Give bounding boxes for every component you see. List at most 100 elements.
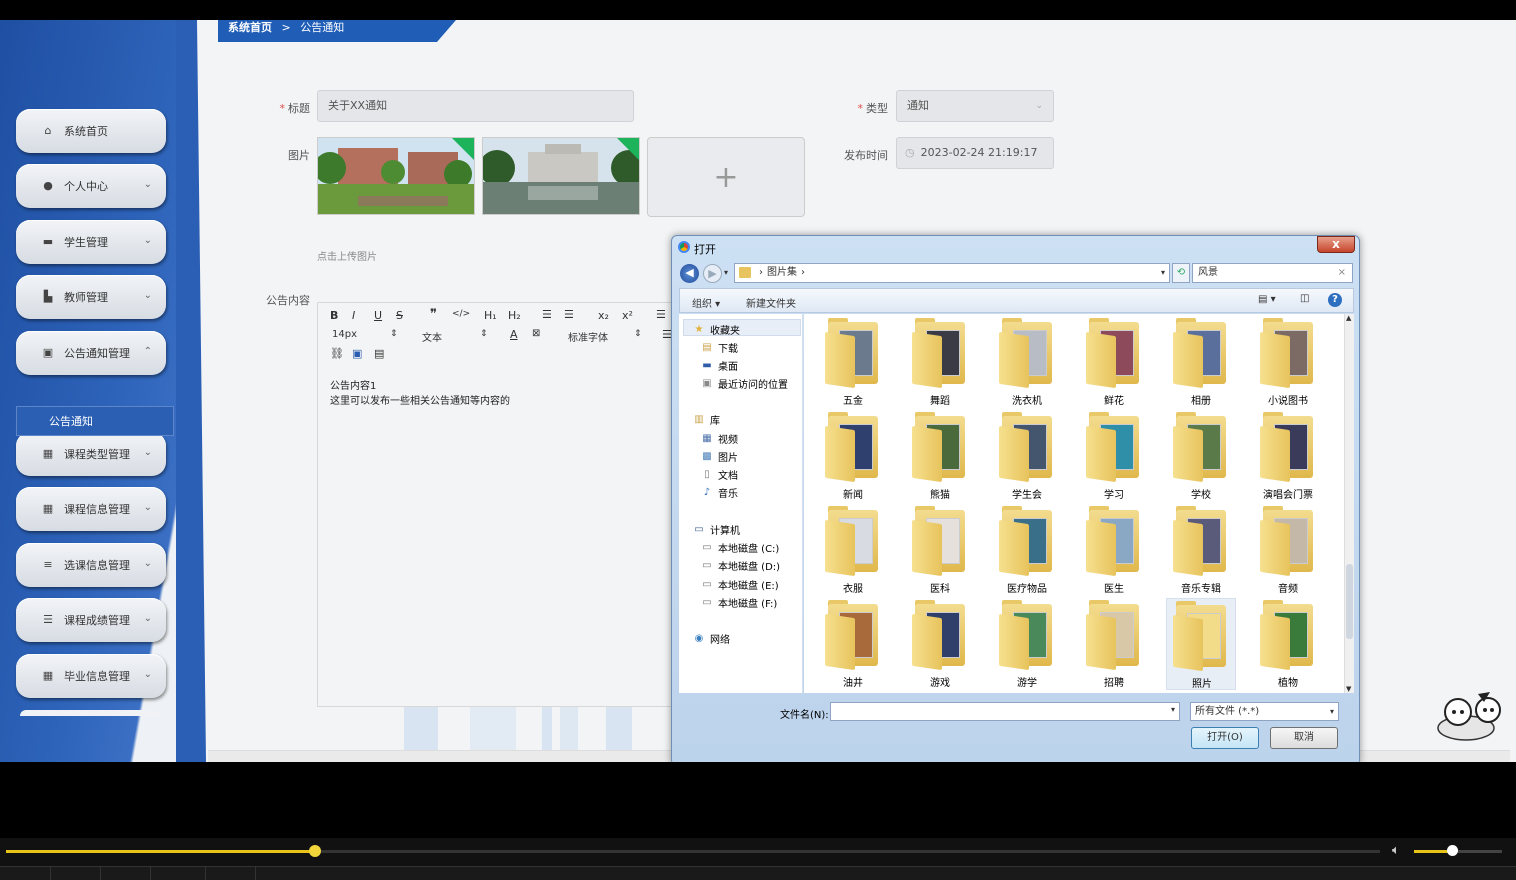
folder-item[interactable]: 游学 [992, 598, 1062, 690]
folder-item[interactable]: 招聘 [1079, 598, 1149, 690]
history-dropdown-icon[interactable]: ▾ [724, 268, 728, 277]
folder-item[interactable]: 油井 [818, 598, 888, 690]
bullet-list-icon[interactable]: ☰ [564, 308, 574, 321]
organize-menu[interactable]: 组织 ▾ [692, 295, 720, 310]
sidebar-item[interactable]: ☰ 课程成绩管理 ⌄ [16, 598, 166, 642]
breadcrumb-home[interactable]: 系统首页 [228, 21, 272, 34]
help-icon[interactable]: ? [1328, 293, 1342, 307]
sidebar-item[interactable]: ● 个人中心 ⌄ [16, 164, 166, 208]
sidebar-item[interactable]: ▣ 公告通知管理 ⌃ [16, 331, 166, 375]
sidebar-item[interactable]: ⌂ 系统首页 [16, 109, 166, 153]
address-dropdown-icon[interactable]: ▾ [1161, 264, 1165, 282]
nav-item[interactable]: ▯ 文档 [701, 467, 738, 482]
nav-item[interactable]: ★ 收藏夹 [693, 322, 740, 337]
search-input[interactable]: 风景 × [1192, 263, 1353, 283]
volume-icon[interactable]: 🔈︎ [1392, 843, 1400, 858]
code-icon[interactable]: </> [452, 309, 470, 319]
sidebar-item[interactable]: ▦ 毕业信息管理 ⌄ [16, 654, 166, 698]
back-button[interactable]: ◀ [680, 264, 699, 283]
folder-item[interactable]: 学生会 [992, 410, 1062, 502]
forward-button[interactable]: ▶ [703, 264, 722, 283]
folder-item[interactable]: 演唱会门票 [1253, 410, 1323, 502]
font-size-select[interactable]: 14px [332, 329, 357, 340]
type-select[interactable]: 通知 ⌄ [896, 90, 1054, 122]
folder-item[interactable]: 鲜花 [1079, 316, 1149, 408]
folder-item[interactable]: 学习 [1079, 410, 1149, 502]
sidebar-item[interactable]: ▙ 教师管理 ⌄ [16, 275, 166, 319]
folder-item[interactable]: 新闻 [818, 410, 888, 502]
folder-item[interactable]: 音频 [1253, 504, 1323, 596]
filename-input[interactable]: ▾ [830, 702, 1180, 721]
text-type-select[interactable]: 文本 [422, 329, 442, 344]
sidebar-item[interactable]: ▦ 课程类型管理 ⌄ [16, 432, 166, 476]
nav-item[interactable]: ▭ 计算机 [693, 522, 740, 537]
italic-icon[interactable]: I [352, 309, 355, 322]
scrollbar-thumb[interactable] [1346, 564, 1353, 639]
superscript-icon[interactable]: x² [622, 309, 633, 322]
font-color-icon[interactable]: A [510, 328, 518, 341]
folder-item[interactable]: 相册 [1166, 316, 1236, 408]
new-folder-button[interactable]: 新建文件夹 [746, 295, 796, 310]
view-options-icon[interactable]: ▤ ▾ [1258, 294, 1276, 305]
indent-icon[interactable]: ☰ [656, 308, 666, 321]
heading2-icon[interactable]: H₂ [508, 309, 521, 322]
nav-item[interactable]: ▦ 视频 [701, 431, 738, 446]
ordered-list-icon[interactable]: ☰ [542, 308, 552, 321]
editor-content[interactable]: 公告内容1 这里可以发布一些相关公告通知等内容的 [330, 379, 510, 409]
nav-item[interactable]: ▬ 桌面 [701, 358, 738, 373]
folder-item[interactable]: 五金 [818, 316, 888, 408]
vertical-scrollbar[interactable]: ▲ ▼ [1344, 314, 1354, 693]
underline-icon[interactable]: U [374, 309, 382, 322]
folder-item[interactable]: 医科 [905, 504, 975, 596]
folder-item[interactable]: 舞蹈 [905, 316, 975, 408]
folder-item[interactable]: 照片 [1166, 598, 1236, 690]
nav-item[interactable]: ▣ 最近访问的位置 [701, 376, 788, 391]
title-input[interactable]: 关于XX通知 [317, 90, 634, 122]
image-icon[interactable]: ▣ [352, 347, 362, 360]
scroll-up-icon[interactable]: ▲ [1346, 314, 1351, 322]
filetype-select[interactable]: 所有文件 (*.*) ▾ [1190, 702, 1339, 721]
bold-icon[interactable]: B [330, 309, 338, 322]
folder-item[interactable]: 音乐专辑 [1166, 504, 1236, 596]
scroll-down-icon[interactable]: ▼ [1346, 685, 1351, 693]
close-button[interactable]: x [1317, 236, 1355, 253]
video-icon[interactable]: ▤ [374, 347, 384, 360]
nav-item[interactable]: ▭ 本地磁盘 (F:) [701, 595, 777, 610]
cancel-button[interactable]: 取消 [1270, 727, 1338, 749]
preview-pane-icon[interactable]: ◫ [1300, 293, 1309, 304]
refresh-button[interactable]: ⟲ [1172, 263, 1190, 283]
volume-handle[interactable] [1446, 845, 1458, 856]
sidebar-subitem-notice[interactable]: 公告通知 [16, 406, 174, 436]
background-color-icon[interactable]: ⊠ [532, 328, 540, 339]
heading1-icon[interactable]: H₁ [484, 309, 497, 322]
folder-item[interactable]: 小说图书 [1253, 316, 1323, 408]
subscript-icon[interactable]: x₂ [598, 309, 609, 322]
folder-item[interactable]: 植物 [1253, 598, 1323, 690]
address-bar[interactable]: › 图片集 › ▾ [734, 263, 1170, 283]
address-path[interactable]: 图片集 [767, 267, 797, 278]
filename-dropdown-icon[interactable]: ▾ [1171, 705, 1175, 714]
nav-item[interactable]: ▭ 本地磁盘 (E:) [701, 577, 778, 592]
open-button[interactable]: 打开(O) [1191, 727, 1259, 749]
sidebar-item[interactable]: ▬ 学生管理 ⌄ [16, 220, 166, 264]
link-icon[interactable]: ⛓ [330, 347, 344, 360]
folder-item[interactable]: 熊猫 [905, 410, 975, 502]
folder-item[interactable]: 游戏 [905, 598, 975, 690]
strikethrough-icon[interactable]: S [396, 309, 403, 322]
clear-search-icon[interactable]: × [1338, 264, 1346, 282]
sidebar-item[interactable]: ▦ 课程信息管理 ⌄ [16, 487, 166, 531]
time-input[interactable]: ◷ 2023-02-24 21:19:17 [896, 137, 1054, 169]
sidebar-item-partial[interactable] [20, 710, 160, 716]
font-family-select[interactable]: 标准字体 [568, 329, 608, 344]
sidebar-item[interactable]: ≡ 选课信息管理 ⌄ [16, 543, 166, 587]
nav-item[interactable]: ▭ 本地磁盘 (D:) [701, 558, 780, 573]
uploaded-image-campus[interactable] [317, 137, 475, 215]
upload-image-button[interactable]: + [647, 137, 805, 217]
nav-item[interactable]: ▭ 本地磁盘 (C:) [701, 540, 779, 555]
quote-icon[interactable]: ❞ [430, 307, 437, 322]
nav-item[interactable]: ◉ 网络 [693, 631, 730, 646]
nav-item[interactable]: ♪ 音乐 [701, 485, 738, 500]
nav-item[interactable]: ▤ 下载 [701, 340, 738, 355]
folder-item[interactable]: 医疗物品 [992, 504, 1062, 596]
folder-item[interactable]: 衣服 [818, 504, 888, 596]
